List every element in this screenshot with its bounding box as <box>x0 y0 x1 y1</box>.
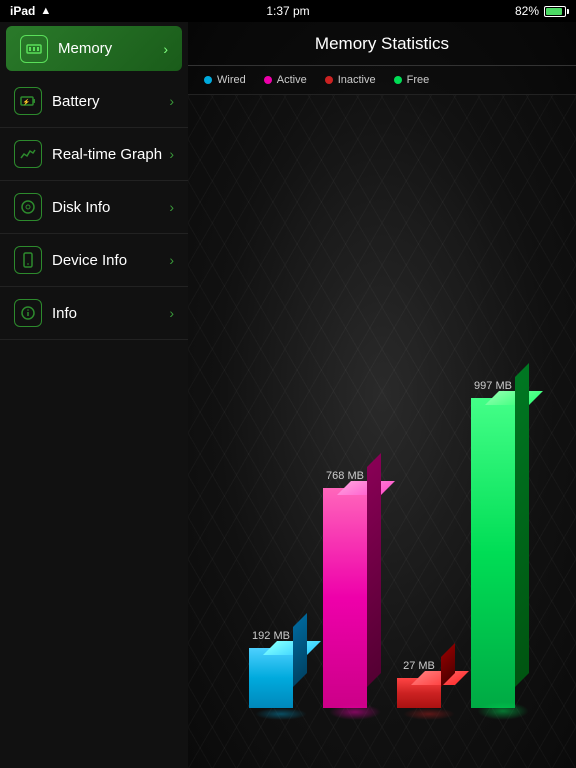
realtime-icon <box>20 146 36 162</box>
bar-top-active <box>337 481 395 495</box>
legend-free: Free <box>394 74 430 86</box>
bar-shadow-inactive <box>403 708 455 720</box>
sidebar-label-battery: Battery <box>52 93 169 110</box>
bars-container: 192 MB 768 MB <box>249 380 515 708</box>
chart-legend: Wired Active Inactive Free <box>188 66 576 95</box>
chevron-info: › <box>169 305 174 321</box>
content-area: Memory Statistics Wired Active Inactive … <box>188 22 576 768</box>
device-label: iPad <box>10 4 35 18</box>
bar-top-wired <box>263 641 321 655</box>
bar-free-wrapper: 997 MB <box>471 380 515 708</box>
main-layout: Memory › ⚡ Battery › Real-time Graph <box>0 22 576 768</box>
chevron-device: › <box>169 252 174 268</box>
battery-icon <box>544 6 566 17</box>
battery-icon-box: ⚡ <box>14 87 42 115</box>
wifi-icon: ▲ <box>40 5 51 17</box>
legend-label-wired: Wired <box>217 74 246 86</box>
legend-label-inactive: Inactive <box>338 74 376 86</box>
legend-dot-active <box>264 76 272 84</box>
sidebar-item-realtime[interactable]: Real-time Graph › <box>0 128 188 181</box>
status-time: 1:37 pm <box>266 4 309 18</box>
bar-right-free <box>515 363 529 687</box>
sidebar-item-info[interactable]: Info › <box>0 287 188 340</box>
bar-top-free <box>485 391 543 405</box>
chevron-realtime: › <box>169 146 174 162</box>
sidebar-label-realtime: Real-time Graph <box>52 146 169 163</box>
status-left: iPad ▲ <box>10 4 51 18</box>
sidebar-label-info: Info <box>52 305 169 322</box>
sidebar-item-memory[interactable]: Memory › <box>6 26 182 71</box>
legend-active: Active <box>264 74 307 86</box>
bar-front-active <box>323 488 367 708</box>
bar-active <box>323 488 367 708</box>
chevron-memory: › <box>163 41 168 57</box>
battery-nav-icon: ⚡ <box>20 93 36 109</box>
sidebar-item-device[interactable]: Device Info › <box>0 234 188 287</box>
content-header: Memory Statistics <box>188 22 576 66</box>
device-icon <box>20 252 36 268</box>
content-title: Memory Statistics <box>315 34 449 54</box>
memory-icon <box>26 41 42 57</box>
realtime-icon-box <box>14 140 42 168</box>
status-bar: iPad ▲ 1:37 pm 82% <box>0 0 576 22</box>
sidebar-label-memory: Memory <box>58 40 163 57</box>
bar-inactive-wrapper: 27 MB <box>397 660 441 708</box>
legend-label-free: Free <box>407 74 430 86</box>
battery-percent: 82% <box>515 4 539 18</box>
sidebar-item-battery[interactable]: ⚡ Battery › <box>0 75 188 128</box>
bar-shadow-free <box>477 702 529 720</box>
legend-label-active: Active <box>277 74 307 86</box>
bar-front-wired <box>249 648 293 708</box>
bar-wired <box>249 648 293 708</box>
disk-icon-box <box>14 193 42 221</box>
sidebar-item-disk[interactable]: Disk Info › <box>0 181 188 234</box>
info-icon <box>20 305 36 321</box>
svg-text:⚡: ⚡ <box>23 98 30 106</box>
bar-front-free <box>471 398 515 708</box>
device-icon-box <box>14 246 42 274</box>
bar-top-inactive <box>411 671 469 685</box>
sidebar: Memory › ⚡ Battery › Real-time Graph <box>0 22 188 768</box>
legend-dot-free <box>394 76 402 84</box>
bar-shadow-wired <box>255 708 307 720</box>
legend-wired: Wired <box>204 74 246 86</box>
info-icon-box <box>14 299 42 327</box>
battery-fill <box>546 8 562 15</box>
bar-active-wrapper: 768 MB <box>323 470 367 708</box>
legend-inactive: Inactive <box>325 74 376 86</box>
chevron-battery: › <box>169 93 174 109</box>
chevron-disk: › <box>169 199 174 215</box>
bar-inactive <box>397 678 441 708</box>
memory-icon-box <box>20 35 48 63</box>
bar-wired-wrapper: 192 MB <box>249 630 293 708</box>
chart-area: 192 MB 768 MB <box>188 95 576 768</box>
bar-right-active <box>367 453 381 687</box>
legend-dot-inactive <box>325 76 333 84</box>
status-right: 82% <box>515 4 566 18</box>
legend-dot-wired <box>204 76 212 84</box>
sidebar-label-disk: Disk Info <box>52 199 169 216</box>
bar-shadow-active <box>329 704 381 720</box>
disk-icon <box>20 199 36 215</box>
sidebar-label-device: Device Info <box>52 252 169 269</box>
bar-right-wired <box>293 613 307 687</box>
bar-free <box>471 398 515 708</box>
